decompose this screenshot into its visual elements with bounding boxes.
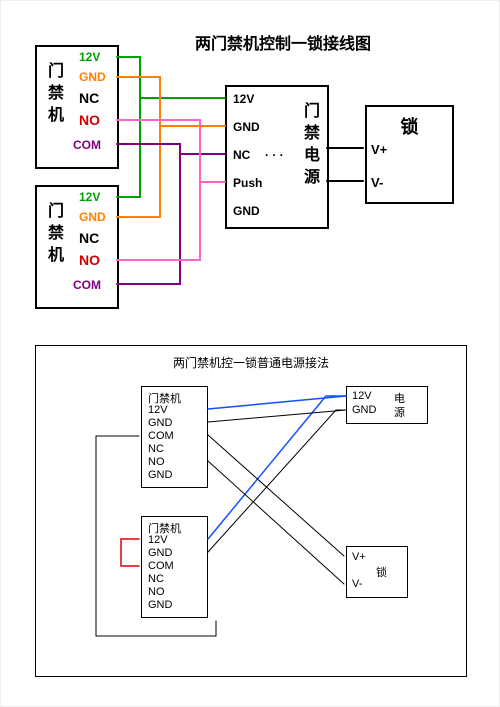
diagram-top: 两门禁机控制一锁接线图 门禁机 12V GND NC NO COM 门禁机 12… [35, 30, 465, 330]
diagram-bottom: 两门禁机控一锁普通电源接法 门禁机 12V GND COM NC NO GND … [35, 345, 467, 677]
wires-top [35, 30, 465, 330]
wires-bottom [36, 346, 466, 676]
